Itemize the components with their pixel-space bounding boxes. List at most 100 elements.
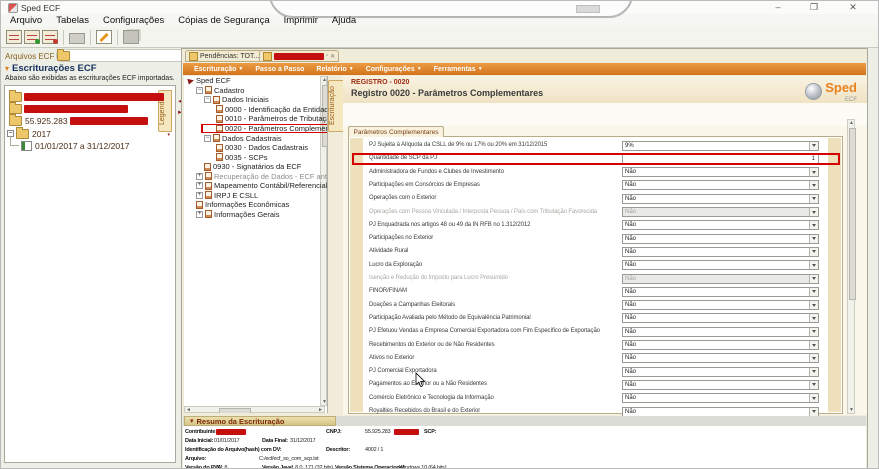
tab-minimize-icon[interactable]: ▫ — [326, 53, 328, 59]
tree-horizontal-scrollbar[interactable]: ◄ ► — [184, 406, 325, 413]
export-ecf-icon[interactable] — [42, 30, 58, 44]
registro-0020-panel: REGISTRO - 0020 Registro 0020 - Parâmetr… — [343, 76, 867, 417]
menu-item-escrituracao[interactable]: Escrituração ▼ — [188, 66, 249, 73]
menu-item-passo-a-passo[interactable]: Passo a Passo — [249, 66, 310, 73]
registro-tree-item-0035-scps[interactable]: 0035 - SCPs — [184, 152, 327, 162]
scroll-down-icon[interactable]: ▼ — [849, 407, 854, 413]
summary-field-label: Descritor: — [326, 446, 350, 453]
summary-field-value: 4002 / 1 — [365, 446, 384, 453]
escrituracao-menu-bar: Escrituração ▼ Passo a Passo Relatório ▼ Conf… — [183, 63, 866, 75]
registro-tree-item-mapeamento-contabilreferencial[interactable]: + Mapeamento Contábil/Referencial — [184, 181, 327, 191]
field-select[interactable]: Não — [622, 313, 819, 324]
tree-expander-icon[interactable]: + — [196, 191, 203, 199]
field-select[interactable]: Não — [622, 340, 819, 351]
menu-item-copias-de-seguranca[interactable]: Cópias de Segurança — [171, 15, 276, 26]
field-select[interactable]: Não — [622, 379, 819, 390]
menu-item-ajuda[interactable]: Ajuda — [325, 15, 363, 26]
form-row-pj-sujeita-a-aliquota-da-csll-de-9-ou-17: PJ Sujeita à Alíquota da CSLL de 9% ou 1… — [349, 139, 842, 152]
field-select[interactable]: Não — [622, 300, 819, 311]
field-select[interactable]: Não — [622, 393, 819, 404]
menu-item-configuracoes[interactable]: Configurações — [96, 15, 171, 26]
edit-icon[interactable] — [96, 30, 112, 44]
field-select[interactable]: 9% — [622, 140, 819, 151]
field-select[interactable]: Não — [622, 246, 819, 257]
escrituracoes-section-header[interactable]: ▾ Escriturações ECF — [5, 63, 97, 74]
scroll-right-icon[interactable]: ► — [318, 407, 323, 413]
registro-tree-item-recuperacao-de-dados-ecf-anterior-e-ec[interactable]: + Recuperação de Dados - ECF anterior e E… — [184, 172, 327, 182]
field-value: Não — [625, 248, 637, 255]
registro-tree-item-sped-ecf[interactable]: Sped ECF — [184, 76, 327, 86]
field-select[interactable]: Não — [622, 286, 819, 297]
field-select[interactable]: Não — [622, 193, 819, 204]
registro-tree-item-0030-dados-cadastrais[interactable]: 0030 - Dados Cadastrais — [184, 143, 327, 153]
tab-parametros-complementares[interactable]: Parâmetros Complementares — [348, 126, 444, 137]
tree-item[interactable]: 01/01/2017 a 31/12/2017 — [7, 136, 173, 152]
folder-icon — [9, 114, 22, 127]
registro-tree-item-0000-identificacao-da-entidade[interactable]: 0000 - Identificação da Entidade — [184, 105, 327, 115]
registro-tree-item-irpj-e-csll[interactable]: + IRPJ E CSLL — [184, 191, 327, 201]
tree-expander-icon[interactable]: − — [204, 96, 211, 104]
minimize-button[interactable]: – — [771, 2, 785, 12]
menu-item-imprimir[interactable]: Imprimir — [277, 15, 325, 26]
field-select[interactable]: Não — [622, 366, 819, 377]
summary-field-value: Windows 10 (64 bits) — [399, 465, 447, 469]
menu-item-tabelas[interactable]: Tabelas — [49, 15, 96, 26]
legend-scroll-up-icon[interactable]: ▾ — [167, 132, 170, 138]
registro-tree-item-informacoes-gerais[interactable]: + Informações Gerais — [184, 210, 327, 220]
field-select[interactable]: Não — [622, 233, 819, 244]
field-select[interactable]: Não — [622, 167, 819, 178]
chevron-down-icon — [809, 168, 818, 177]
close-button[interactable]: ✕ — [846, 2, 860, 13]
field-label: FINOR/FINAM — [369, 288, 407, 295]
field-input[interactable]: 1 — [622, 153, 819, 164]
open-folder-icon[interactable] — [69, 32, 85, 44]
registro-tree-item-0010-parametros-de-tributacao[interactable]: 0010 - Parâmetros de Tributação — [184, 114, 327, 124]
registro-tree-item-cadastro[interactable]: − Cadastro — [184, 86, 327, 96]
tree-expander-icon[interactable]: + — [196, 210, 203, 218]
mdi-tab-redacted[interactable]: ▫ ✕ — [259, 50, 340, 62]
field-select[interactable]: Não — [622, 353, 819, 364]
field-label: Operações com Pessoa Vinculada / Interpo… — [369, 208, 598, 215]
escrituracao-side-tab[interactable]: Escrituração — [328, 80, 344, 132]
tree-expander-icon[interactable]: − — [204, 134, 211, 142]
registro-tree-item-dados-cadastrais[interactable]: − Dados Cadastrais — [184, 133, 327, 143]
menu-item-arquivo[interactable]: Arquivo — [3, 15, 49, 26]
field-select[interactable]: Não — [622, 180, 819, 191]
record-icon — [205, 86, 212, 95]
field-select[interactable]: Não — [622, 260, 819, 271]
arquivos-ecf-panel-header[interactable]: Arquivos ECF — [5, 49, 71, 61]
scroll-up-icon[interactable]: ▲ — [849, 120, 854, 126]
scrollbar-thumb[interactable] — [219, 407, 251, 413]
tree-item[interactable]: −2017 — [7, 126, 173, 140]
form-vertical-scrollbar[interactable]: ▲ ▼ — [847, 119, 856, 414]
import-ecf-icon[interactable] — [24, 30, 40, 44]
tree-expander-icon[interactable]: + — [196, 182, 203, 190]
field-select[interactable]: Não — [622, 207, 819, 218]
tree-item[interactable] — [7, 102, 173, 115]
mdi-child-window: Pendências: TOT...▫✕▫✕ Escrituração▼Pass… — [181, 48, 868, 469]
annotation-highlight-box — [201, 123, 327, 134]
tree-expander-icon[interactable]: + — [196, 172, 203, 180]
scroll-down-icon[interactable]: ▼ — [322, 399, 327, 405]
field-select[interactable]: Não — [622, 273, 819, 284]
tree-item[interactable]: 55.925.283 — [7, 114, 173, 127]
registro-tree-item-dados-iniciais[interactable]: − Dados Iniciais — [184, 95, 327, 105]
field-select[interactable]: Não — [622, 326, 819, 337]
resumo-header[interactable]: ▾ Resumo da Escrituração — [184, 416, 336, 426]
menu-item-ferramentas[interactable]: Ferramentas ▼ — [428, 66, 489, 73]
field-value: Não — [625, 288, 637, 295]
copy-icon[interactable] — [123, 30, 139, 44]
maximize-button[interactable]: ❐ — [807, 2, 821, 13]
tree-expander-icon[interactable]: − — [196, 86, 203, 94]
registro-tree-item-informacoes-economicas[interactable]: Informações Econômicas — [184, 200, 327, 210]
scrollbar-thumb[interactable] — [848, 128, 856, 300]
registro-tree-item-0930-signatarios-da-ecf[interactable]: 0930 - Signatários da ECF — [184, 162, 327, 172]
tree-item[interactable] — [7, 90, 173, 103]
menu-item-configuracoes[interactable]: Configurações ▼ — [360, 66, 428, 73]
field-select[interactable]: Não — [622, 220, 819, 231]
registro-tree-item-0020-parametros-complementares[interactable]: 0020 - Parâmetros Complementares — [184, 123, 327, 134]
ecf-file-icon[interactable] — [6, 30, 22, 44]
scroll-left-icon[interactable]: ◄ — [186, 407, 191, 413]
menu-item-relatorio[interactable]: Relatório ▼ — [310, 66, 359, 73]
tab-close-icon[interactable]: ✕ — [330, 53, 335, 60]
